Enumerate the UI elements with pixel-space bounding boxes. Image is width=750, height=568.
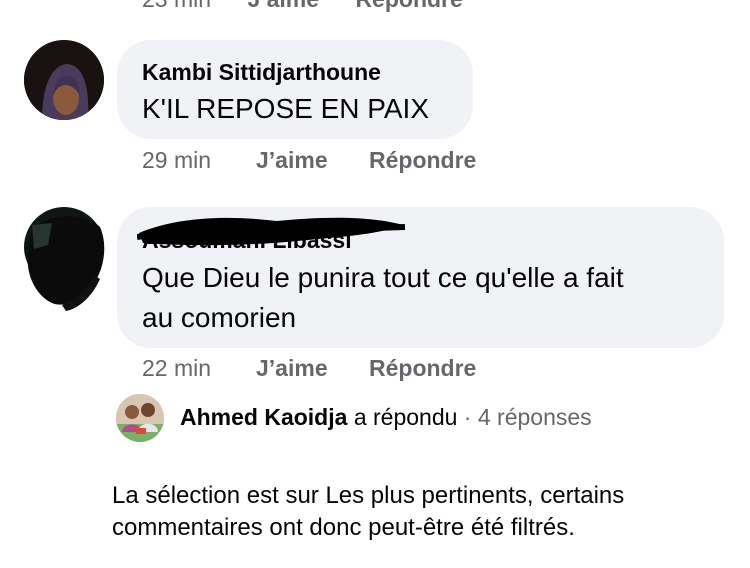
view-replies-link[interactable]: Ahmed Kaoidja a répondu · 4 réponses: [180, 404, 592, 431]
comment-bubble: Assoumani Libassi Que Dieu le punira tou…: [117, 207, 724, 348]
reply-action: a répondu: [353, 404, 458, 430]
filter-note-line: commentaires ont donc peut-être été filt…: [112, 514, 575, 541]
redaction-scribble: [137, 217, 406, 246]
previous-comment-like-button[interactable]: J’aime: [247, 0, 319, 12]
comment-text-line: Que Dieu le punira tout ce qu'elle a fai…: [142, 262, 624, 293]
avatar[interactable]: [24, 40, 104, 120]
reply-avatar[interactable]: [116, 394, 164, 442]
avatar-photo: [24, 40, 104, 120]
comment-text: K'IL REPOSE EN PAIX: [142, 93, 429, 124]
previous-comment-reply-button[interactable]: Répondre: [355, 0, 462, 12]
comment-time: 29 min: [142, 147, 212, 173]
like-button[interactable]: J’aime: [256, 147, 369, 174]
comment-time: 22 min: [142, 355, 212, 381]
comment-text: Que Dieu le punira tout ce qu'elle a fai…: [142, 258, 624, 338]
like-button[interactable]: J’aime: [256, 355, 369, 382]
comment-author[interactable]: Kambi Sittidjarthoune: [142, 59, 381, 86]
filter-note: La sélection est sur Les plus pertinents…: [112, 480, 624, 544]
reply-avatar-photo: [116, 394, 164, 442]
filter-note-line: La sélection est sur Les plus pertinents…: [112, 482, 625, 509]
replies-count[interactable]: 4 réponses: [478, 404, 592, 430]
avatar[interactable]: [22, 205, 106, 313]
previous-comment-actions: 23 min J’aime Répondre: [142, 0, 493, 12]
reply-button[interactable]: Répondre: [369, 355, 476, 382]
comment-actions: 22 min J’aime Répondre: [142, 355, 476, 382]
previous-comment-time: 23 min: [142, 0, 211, 12]
comment-text-line: au comorien: [142, 302, 297, 333]
avatar-redacted-scribble: [24, 207, 105, 311]
comment-actions: 29 min J’aime Répondre: [142, 147, 476, 174]
reply-button[interactable]: Répondre: [369, 147, 476, 174]
reply-author[interactable]: Ahmed Kaoidja: [180, 404, 347, 430]
comment-bubble: Kambi Sittidjarthoune K'IL REPOSE EN PAI…: [117, 40, 473, 139]
separator: ·: [463, 404, 472, 430]
